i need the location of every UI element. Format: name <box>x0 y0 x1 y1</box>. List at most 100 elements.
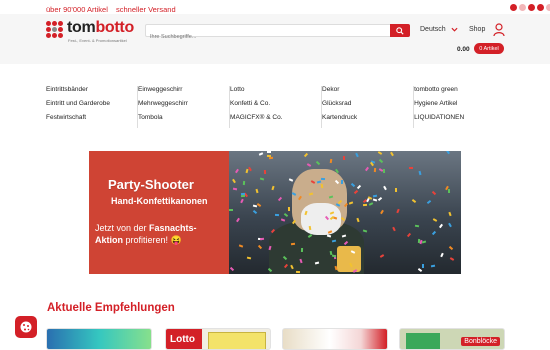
confetti-piece <box>364 167 369 172</box>
search-button[interactable] <box>390 24 410 37</box>
confetti-piece <box>290 242 295 246</box>
confetti-piece <box>356 217 360 223</box>
confetti-piece <box>382 185 387 190</box>
confetti-piece <box>389 151 394 156</box>
logo-tagline: Fest-, Event- & Promotionsartikel <box>68 38 127 43</box>
confetti-piece <box>229 267 234 272</box>
language-label: Deutsch <box>420 26 446 33</box>
logo[interactable]: tombotto <box>67 19 134 37</box>
menu-item[interactable]: Dekor <box>322 86 413 100</box>
confetti-piece <box>448 222 453 228</box>
cart-total: 0.00 <box>457 46 470 53</box>
menu-item[interactable]: Lotto <box>230 86 321 100</box>
search-icon <box>396 26 404 35</box>
confetti-piece <box>331 239 337 243</box>
logo-icon[interactable] <box>46 21 63 38</box>
confetti-piece <box>240 195 245 198</box>
product-card-label: Lotto <box>166 329 202 349</box>
confetti-piece <box>267 151 272 154</box>
confetti-piece <box>255 189 259 194</box>
confetti-piece <box>263 170 266 175</box>
product-card[interactable] <box>46 328 152 350</box>
confetti-piece <box>269 156 274 160</box>
confetti-piece <box>342 156 345 161</box>
menu-item[interactable]: tombotto green <box>414 86 506 100</box>
confetti-piece <box>392 226 397 231</box>
header: tombotto Fest-, Event- & Promotionsartik… <box>0 14 550 64</box>
confetti-piece <box>448 211 452 216</box>
cart-button[interactable]: 0 Artikel <box>474 43 504 54</box>
shop-link[interactable]: Shop <box>469 26 485 33</box>
recommendation-cards: Lotto Bonblöcke <box>46 328 506 350</box>
banner-title: Party-Shooter <box>108 177 194 192</box>
confetti-piece <box>422 240 427 244</box>
confetti-piece <box>449 245 454 250</box>
cookie-settings-button[interactable] <box>15 316 37 338</box>
confetti-piece <box>374 167 377 172</box>
banner-subtitle: Hand-Konfettikanonen <box>111 196 208 206</box>
menu-item[interactable]: MAGICFX® & Co. <box>230 114 321 128</box>
confetti-piece <box>406 232 411 238</box>
product-card[interactable] <box>282 328 388 350</box>
menu-item[interactable]: Mehrweggeschirr <box>138 100 229 114</box>
confetti-piece <box>259 177 265 181</box>
confetti-piece <box>284 212 289 217</box>
confetti-piece <box>445 151 450 155</box>
social-icon[interactable] <box>510 4 517 11</box>
confetti-piece <box>306 162 311 167</box>
confetti-piece <box>426 199 431 204</box>
menu-column: Einweggeschirr Mehrweggeschirr Tombola <box>138 86 231 128</box>
menu-item[interactable]: Eintrittsbänder <box>46 86 137 100</box>
confetti-piece <box>377 151 383 155</box>
search-bar <box>145 24 410 43</box>
confetti-piece <box>274 214 279 217</box>
confetti-piece <box>418 171 422 176</box>
language-selector[interactable]: Deutsch <box>420 26 458 33</box>
menu-column: tombotto green Hygiene Artikel LIQUIDATI… <box>414 86 506 128</box>
social-icon[interactable] <box>519 4 526 11</box>
promo-banner[interactable]: Party-Shooter Hand-Konfettikanonen Jetzt… <box>89 151 461 274</box>
menu-item[interactable]: Kartendruck <box>322 114 413 128</box>
menu-item[interactable]: Einweggeschirr <box>138 86 229 100</box>
social-icon[interactable] <box>528 4 535 11</box>
confetti-piece <box>340 180 343 185</box>
user-icon[interactable] <box>493 23 505 37</box>
confetti-piece <box>379 254 384 259</box>
product-card[interactable]: Bonblöcke <box>399 328 505 350</box>
menu-column: Lotto Konfetti & Co. MAGICFX® & Co. <box>230 86 323 128</box>
confetti-piece <box>362 203 367 206</box>
menu-item[interactable]: Festwirtschaft <box>46 114 137 128</box>
menu-item[interactable]: Glücksrad <box>322 100 413 114</box>
confetti-piece <box>245 169 249 174</box>
menu-item[interactable]: LIQUIDATIONEN <box>414 114 506 128</box>
confetti-piece <box>421 264 424 269</box>
menu-column: Dekor Glücksrad Kartendruck <box>322 86 415 128</box>
menu-item[interactable]: Tombola <box>138 114 229 128</box>
confetti-piece <box>414 224 419 228</box>
confetti-piece <box>349 200 354 205</box>
confetti-piece <box>440 252 445 258</box>
confetti-piece <box>431 264 436 268</box>
search-input[interactable] <box>146 31 386 43</box>
confetti-piece <box>242 180 246 185</box>
confetti-piece <box>330 158 333 164</box>
confetti-piece <box>299 258 303 264</box>
category-menu: Eintrittsbänder Eintritt und Garderobe F… <box>46 86 506 128</box>
menu-item[interactable]: Eintritt und Garderobe <box>46 100 137 114</box>
confetti-piece <box>431 191 436 196</box>
product-card[interactable]: Lotto <box>165 328 271 350</box>
confetti-piece <box>320 183 323 189</box>
shipping-text: schneller Versand <box>116 5 176 14</box>
product-card-label: Bonblöcke <box>461 337 500 346</box>
social-icon[interactable] <box>546 4 550 11</box>
confetti-piece <box>246 256 251 260</box>
confetti-piece <box>377 196 382 202</box>
social-icon[interactable] <box>537 4 544 11</box>
confetti-piece <box>438 224 443 229</box>
confetti-piece <box>277 197 283 202</box>
confetti-piece <box>280 218 285 222</box>
menu-item[interactable]: Konfetti & Co. <box>230 100 321 114</box>
confetti-piece <box>259 151 264 156</box>
menu-item[interactable]: Hygiene Artikel <box>414 100 506 114</box>
confetti-piece <box>369 202 374 206</box>
